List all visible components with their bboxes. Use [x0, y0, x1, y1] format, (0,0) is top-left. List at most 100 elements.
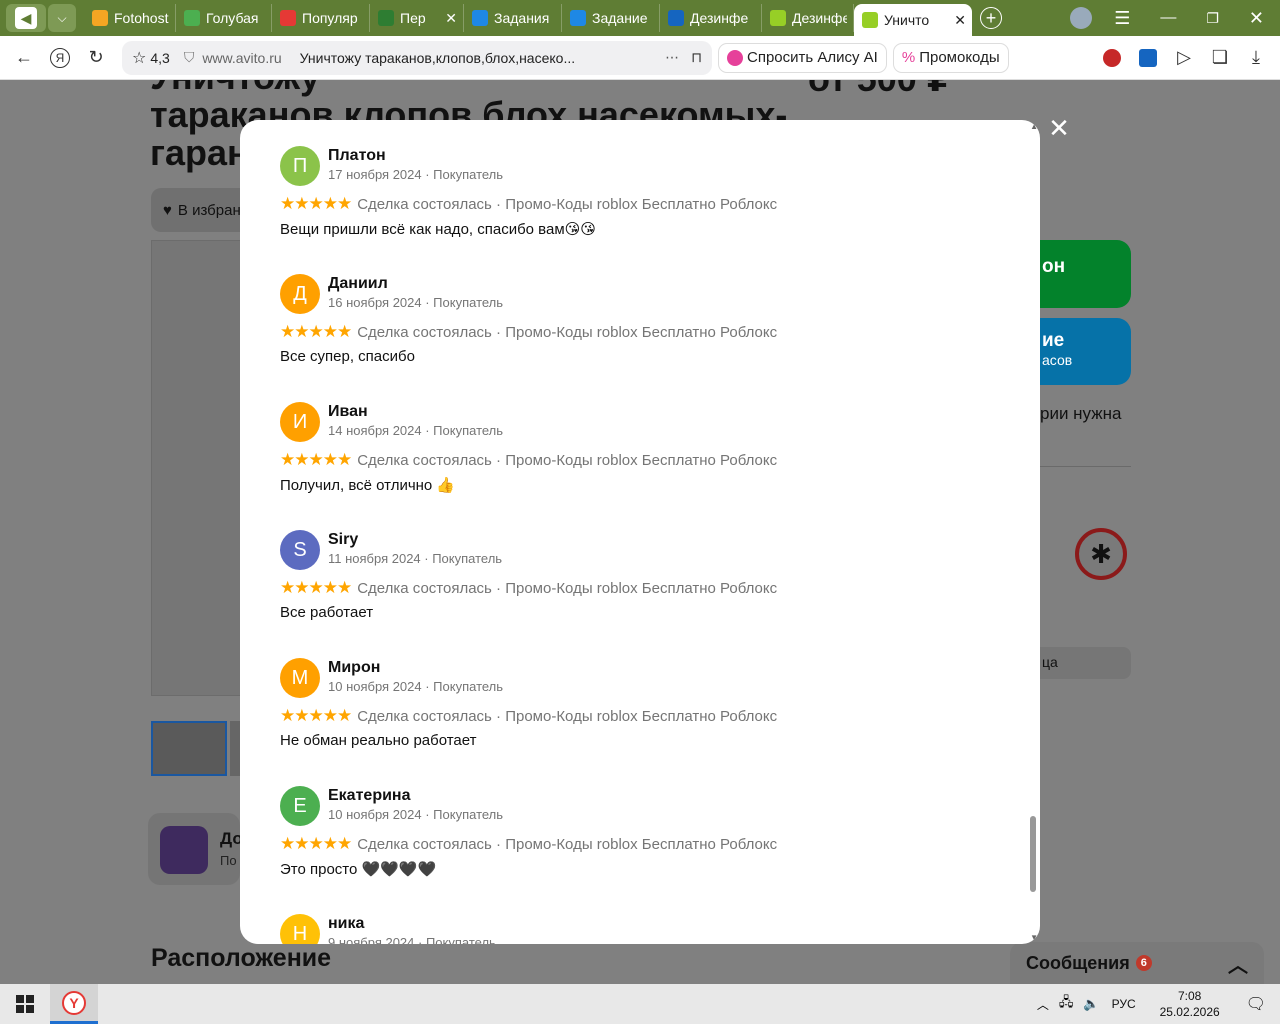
show-phone-label: он: [1042, 256, 1066, 277]
collections-button[interactable]: ❏: [1202, 40, 1238, 76]
alice-icon: [727, 49, 743, 66]
sound-icon: ◀: [15, 7, 37, 29]
star-rating-icon: ★★★★★: [280, 322, 352, 341]
input-language[interactable]: РУС: [1112, 997, 1136, 1011]
extension-button-1[interactable]: [1094, 40, 1130, 76]
tab-4[interactable]: Пер ✕: [370, 4, 464, 32]
reviewer-name[interactable]: Мирон: [328, 659, 380, 677]
review-rating-row: ★★★★★ Сделка состоялась · Промо-Коды robl…: [280, 706, 777, 726]
profile-avatar[interactable]: [1070, 7, 1093, 29]
feather-favicon-icon: [668, 10, 684, 26]
menu-icon[interactable]: ☰: [1114, 8, 1130, 29]
avatar[interactable]: И: [280, 402, 320, 442]
extension-button-2[interactable]: [1130, 40, 1166, 76]
tab-2[interactable]: Голубая: [176, 4, 272, 32]
review-deal: Сделка состоялась · Промо-Коды roblox Бе…: [357, 451, 778, 469]
star-rating-icon: ★★★★★: [280, 450, 352, 469]
tab-1[interactable]: Fotohost: [84, 4, 176, 32]
media-button[interactable]: ▷: [1166, 40, 1202, 76]
tab-3[interactable]: Популяр: [272, 4, 370, 32]
messages-label: Сообщения: [1026, 952, 1130, 973]
shield-extension-icon: [1103, 48, 1121, 67]
avatar[interactable]: М: [280, 658, 320, 698]
new-tab-button[interactable]: +: [980, 7, 1002, 29]
review-rating-row: ★★★★★ Сделка состоялась · Промо-Коды robl…: [280, 578, 777, 598]
listing-price: от 500 ₽: [808, 80, 952, 100]
promo-card-subtitle: По: [220, 853, 237, 868]
chevron-up-tray-icon[interactable]: ︿: [1037, 996, 1049, 1013]
promo-card[interactable]: До По: [148, 813, 243, 885]
yandex-button[interactable]: Я: [42, 40, 78, 76]
close-tab-icon[interactable]: ✕: [954, 12, 966, 29]
review-rating-row: ★★★★★ Сделка состоялась · Промо-Коды robl…: [280, 322, 777, 342]
reload-icon: ↻: [88, 47, 104, 67]
notifications-icon[interactable]: 🗨: [1246, 994, 1266, 1014]
review-meta: 11 ноября 2024 · Покупатель: [328, 551, 503, 566]
back-button[interactable]: ←: [6, 40, 42, 76]
messages-count-badge: 6: [1135, 955, 1152, 971]
close-tab-icon[interactable]: ✕: [445, 10, 457, 27]
messages-panel[interactable]: Сообщения 6 ︿: [1010, 942, 1264, 984]
avatar[interactable]: S: [280, 530, 320, 570]
thumbnail-2[interactable]: [230, 721, 240, 776]
avatar[interactable]: Е: [280, 786, 320, 826]
network-icon[interactable]: 🖧: [1059, 993, 1074, 1015]
reviewer-name[interactable]: Екатерина: [328, 787, 410, 805]
review-text: Вещи пришли всё как надо, спасибо вам😘😘: [280, 221, 596, 238]
review-text: Получил, всё отлично 👍: [280, 477, 456, 494]
modal-scrollbar-thumb[interactable]: [1030, 816, 1036, 892]
scroll-up-arrow[interactable]: ▲: [1030, 122, 1038, 131]
tab-label: Задания: [494, 10, 550, 26]
clock[interactable]: 7:08 25.02.2026: [1160, 988, 1220, 1020]
tab-7[interactable]: Дезинфе: [660, 4, 762, 32]
taskbar-yandex-browser[interactable]: Y: [50, 984, 98, 1024]
volume-icon[interactable]: 🔈: [1083, 996, 1099, 1012]
star-rating-icon: ★★★★★: [280, 194, 352, 213]
chevron-down-icon: ⌵: [57, 10, 67, 25]
review-deal: Сделка состоялась · Промо-Коды roblox Бе…: [357, 579, 778, 597]
browser-address-bar: ← Я ↻ ☆ 4,3 ⛉ www.avito.ru Уничтожу тара…: [0, 36, 1280, 80]
start-button[interactable]: [0, 984, 50, 1024]
thumbnail-1[interactable]: [151, 721, 227, 776]
tab-9[interactable]: Уничто ✕: [854, 4, 972, 36]
close-modal-button[interactable]: ✕: [1046, 115, 1072, 141]
url-field[interactable]: ☆ 4,3 ⛉ www.avito.ru Уничтожу тараканов,…: [122, 40, 712, 75]
review-text: Это просто 🖤🖤🖤🖤: [280, 861, 437, 878]
reviewer-name[interactable]: ника: [328, 915, 364, 933]
more-icon[interactable]: ⋯: [665, 49, 679, 66]
yandex-icon: Я: [50, 47, 70, 68]
review-meta: 16 ноября 2024 · Покупатель: [328, 295, 504, 310]
tab-6[interactable]: Задание: [562, 4, 660, 32]
review-meta: 10 ноября 2024 · Покупатель: [328, 679, 504, 694]
review-deal: Сделка состоялась · Промо-Коды roblox Бе…: [357, 195, 778, 213]
reviewer-name[interactable]: Siry: [328, 531, 358, 549]
downloads-button[interactable]: ⤓: [1238, 40, 1274, 76]
reviewer-name[interactable]: Иван: [328, 403, 368, 421]
avatar[interactable]: П: [280, 146, 320, 186]
review-deal: Сделка состоялась · Промо-Коды roblox Бе…: [357, 835, 778, 853]
close-window-button[interactable]: ✕: [1249, 8, 1264, 29]
promo-codes-button[interactable]: % Промокоды: [892, 42, 1009, 73]
show-phone-button[interactable]: он: [1040, 240, 1131, 308]
tab-5[interactable]: Задания: [464, 4, 562, 32]
review-meta: 14 ноября 2024 · Покупатель: [328, 423, 504, 438]
hd-favicon-icon: [184, 10, 200, 26]
chevron-up-icon[interactable]: ︿: [1228, 949, 1248, 978]
bookmark-icon[interactable]: ⊓: [691, 49, 702, 66]
reviewer-name[interactable]: Даниил: [328, 275, 388, 293]
write-message-button[interactable]: ие асов: [1040, 318, 1131, 385]
sidebar-toggle-button[interactable]: ◀: [6, 4, 46, 32]
avatar[interactable]: Н: [280, 914, 320, 944]
restore-button[interactable]: ❐: [1206, 10, 1219, 27]
tab-list-dropdown[interactable]: ⌵: [48, 4, 76, 32]
seller-tag[interactable]: ца: [1040, 647, 1131, 679]
ask-alice-button[interactable]: Спросить Алису AI: [718, 42, 887, 73]
clock-date: 25.02.2026: [1159, 1005, 1220, 1019]
scroll-down-arrow[interactable]: ▼: [1030, 933, 1038, 942]
tab-8[interactable]: Дезинфе: [762, 4, 854, 32]
reviewer-name[interactable]: Платон: [328, 147, 386, 165]
reload-button[interactable]: ↻: [78, 40, 114, 76]
star-rating-icon: ★★★★★: [280, 706, 352, 725]
minimize-button[interactable]: —: [1160, 9, 1176, 27]
avatar[interactable]: Д: [280, 274, 320, 314]
